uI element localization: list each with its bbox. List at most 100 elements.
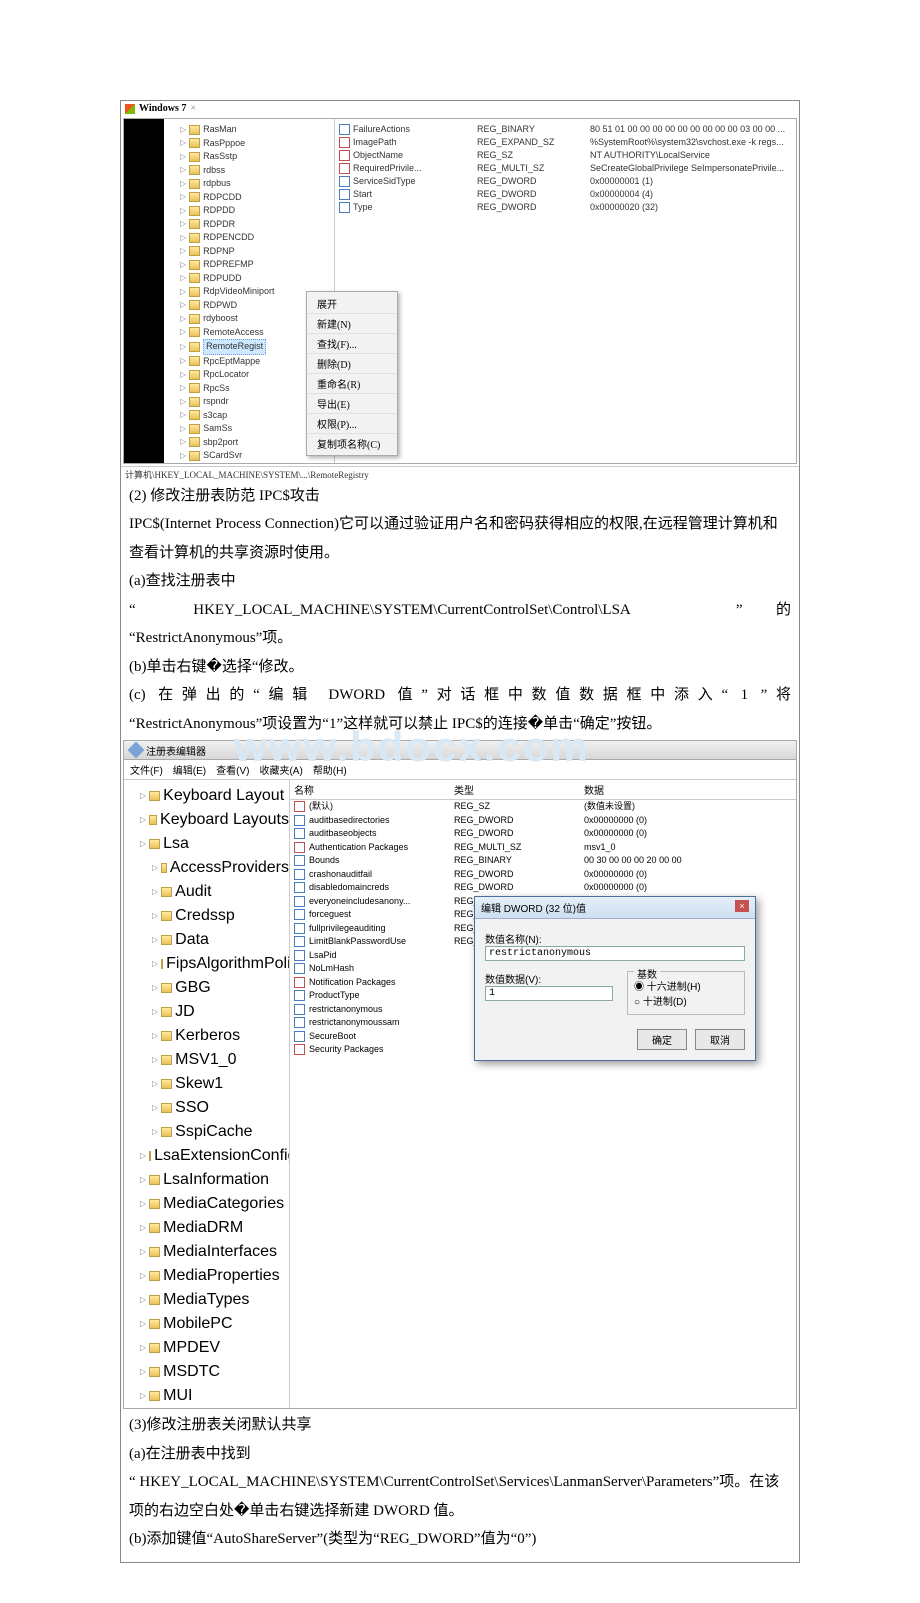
tree-item[interactable]: ▷Data <box>134 928 289 952</box>
reg-value-row[interactable]: auditbasedirectoriesREG_DWORD0x00000000 … <box>290 814 796 828</box>
reg-value-row[interactable]: Authentication PackagesREG_MULTI_SZmsv1_… <box>290 841 796 855</box>
reg-value-row[interactable]: ObjectNameREG_SZNT AUTHORITY\LocalServic… <box>339 149 792 162</box>
reg-value-row[interactable]: crashonauditfailREG_DWORD0x00000000 (0) <box>290 868 796 882</box>
tree-item[interactable]: ▷rdbss <box>174 164 334 178</box>
window-tab: Windows 7 × <box>121 101 799 116</box>
para-c2: “RestrictAnonymous”项设置为“1”这样就可以禁止 IPC$的连… <box>129 710 791 739</box>
tree-item[interactable]: ▷rdpbus <box>174 177 334 191</box>
screenshot-regedit-1: Windows 7 × ▷RasMan▷RasPppoe▷RasSstp▷rdb… <box>121 101 799 482</box>
para-regpath: “ HKEY_LOCAL_MACHINE\SYSTEM\CurrentContr… <box>129 596 791 625</box>
menu-item[interactable]: 展开 <box>307 294 397 314</box>
reg-value-row[interactable]: auditbaseobjectsREG_DWORD0x00000000 (0) <box>290 827 796 841</box>
tree-item[interactable]: ▷Keyboard Layout <box>134 784 289 808</box>
para-3: (3)修改注册表关闭默认共享 <box>129 1411 791 1440</box>
tree-item[interactable]: ▷MUI <box>134 1384 289 1408</box>
group-base: 基数 <box>634 966 660 981</box>
tree-item[interactable]: ▷LsaExtensionConfig <box>134 1144 289 1168</box>
menu-bar[interactable]: 文件(F) 编辑(E) 查看(V) 收藏夹(A) 帮助(H) <box>124 760 796 780</box>
reg-value-row[interactable]: BoundsREG_BINARY00 30 00 00 00 20 00 00 <box>290 854 796 868</box>
window-titlebar: 注册表编辑器 <box>124 741 796 760</box>
input-value-name[interactable]: restrictanonymous <box>485 946 745 961</box>
tree-item[interactable]: ▷GBG <box>134 976 289 1000</box>
menu-item[interactable]: 收藏夹(A) <box>259 762 302 777</box>
screenshot-regedit-2: www.bdocx.com 注册表编辑器 文件(F)编辑(E)查看(V)收藏夹(… <box>123 740 797 1409</box>
tree-item[interactable]: ▷RDPENCDD <box>174 231 334 245</box>
tree-item[interactable]: ▷MobilePC <box>134 1312 289 1336</box>
para-3a-path: “ HKEY_LOCAL_MACHINE\SYSTEM\CurrentContr… <box>129 1468 791 1525</box>
windows-icon <box>125 104 135 114</box>
tree-item[interactable]: ▷RDPDD <box>174 204 334 218</box>
tree-item[interactable]: ▷SspiCache <box>134 1120 289 1144</box>
reg-value-row[interactable]: disabledomaincredsREG_DWORD0x00000000 (0… <box>290 881 796 895</box>
reg-value-row[interactable]: FailureActionsREG_BINARY80 51 01 00 00 0… <box>339 123 792 136</box>
tree-item[interactable]: ▷SSO <box>134 1096 289 1120</box>
registry-tree-2[interactable]: ▷Keyboard Layout▷Keyboard Layouts▷Lsa▷Ac… <box>124 780 290 1408</box>
para-b: (b)单击右键�选择“修改。 <box>129 653 791 682</box>
ok-button[interactable]: 确定 <box>637 1029 687 1050</box>
tree-item[interactable]: ▷Credssp <box>134 904 289 928</box>
registry-values: FailureActionsREG_BINARY80 51 01 00 00 0… <box>335 119 796 463</box>
reg-value-row[interactable]: TypeREG_DWORD0x00000020 (32) <box>339 201 792 214</box>
tree-item[interactable]: ▷Audit <box>134 880 289 904</box>
list-header[interactable]: 名称 类型 数据 <box>290 780 796 800</box>
tree-item[interactable]: ▷MSDTC <box>134 1360 289 1384</box>
input-value-data[interactable]: 1 <box>485 986 613 1001</box>
col-data[interactable]: 数据 <box>584 782 792 797</box>
menu-item[interactable]: 帮助(H) <box>313 762 347 777</box>
tree-item[interactable]: ▷RDPREFMP <box>174 258 334 272</box>
menu-item[interactable]: 重命名(R) <box>307 374 397 394</box>
tree-item[interactable]: ▷MediaTypes <box>134 1288 289 1312</box>
tree-item[interactable]: ▷RasPppoe <box>174 137 334 151</box>
label-value-name: 数值名称(N): <box>485 931 745 946</box>
tree-item[interactable]: ▷MediaCategories <box>134 1192 289 1216</box>
tree-item[interactable]: ▷RDPCDD <box>174 191 334 205</box>
regedit-icon <box>128 742 145 759</box>
tree-item[interactable]: ▷MediaInterfaces <box>134 1240 289 1264</box>
menu-item[interactable]: 文件(F) <box>130 762 163 777</box>
tree-item[interactable]: ▷AccessProviders <box>134 856 289 880</box>
para-regpath-2: “RestrictAnonymous”项。 <box>129 624 791 653</box>
tree-item[interactable]: ▷Skew1 <box>134 1072 289 1096</box>
menu-item[interactable]: 新建(N) <box>307 314 397 334</box>
tree-item[interactable]: ▷Kerberos <box>134 1024 289 1048</box>
tree-item[interactable]: ▷FipsAlgorithmPolicy <box>134 952 289 976</box>
tree-item[interactable]: ▷MPDEV <box>134 1336 289 1360</box>
edit-dword-dialog: 编辑 DWORD (32 位)值 × 数值名称(N): restrictanon… <box>474 896 756 1061</box>
tree-item[interactable]: ▷Lsa <box>134 832 289 856</box>
reg-value-row[interactable]: RequiredPrivile...REG_MULTI_SZSeCreateGl… <box>339 162 792 175</box>
reg-value-row[interactable]: ServiceSidTypeREG_DWORD0x00000001 (1) <box>339 175 792 188</box>
col-type[interactable]: 类型 <box>454 782 564 797</box>
menu-item[interactable]: 查找(F)... <box>307 334 397 354</box>
context-menu[interactable]: 展开新建(N)查找(F)...删除(D)重命名(R)导出(E)权限(P)...复… <box>306 291 398 456</box>
reg-value-row[interactable]: (默认)REG_SZ(数值未设置) <box>290 800 796 814</box>
reg-value-row[interactable]: ImagePathREG_EXPAND_SZ%SystemRoot%\syste… <box>339 136 792 149</box>
tree-item[interactable]: ▷RDPDR <box>174 218 334 232</box>
tree-item[interactable]: ▷MediaDRM <box>134 1216 289 1240</box>
window-title-text: 注册表编辑器 <box>146 743 206 758</box>
tree-item[interactable]: ▷MediaProperties <box>134 1264 289 1288</box>
menu-item[interactable]: 编辑(E) <box>173 762 206 777</box>
tree-item[interactable]: ▷LsaInformation <box>134 1168 289 1192</box>
close-icon[interactable]: × <box>735 900 749 912</box>
para-3a: (a)在注册表中找到 <box>129 1440 791 1469</box>
left-black-bar <box>124 119 164 463</box>
para-a: (a)查找注册表中 <box>129 567 791 596</box>
label-value-data: 数值数据(V): <box>485 971 613 986</box>
radio-dec[interactable]: ○ 十进制(D) <box>634 993 738 1008</box>
tree-item[interactable]: ▷RasSstp <box>174 150 334 164</box>
tree-item[interactable]: ▷JD <box>134 1000 289 1024</box>
menu-item[interactable]: 复制项名称(C) <box>307 434 397 453</box>
tree-item[interactable]: ▷RDPUDD <box>174 272 334 286</box>
menu-item[interactable]: 导出(E) <box>307 394 397 414</box>
tree-item[interactable]: ▷MSV1_0 <box>134 1048 289 1072</box>
dialog-title: 编辑 DWORD (32 位)值 <box>481 900 586 915</box>
tree-item[interactable]: ▷RasMan <box>174 123 334 137</box>
menu-item[interactable]: 删除(D) <box>307 354 397 374</box>
tree-item[interactable]: ▷RDPNP <box>174 245 334 259</box>
menu-item[interactable]: 查看(V) <box>216 762 249 777</box>
tree-item[interactable]: ▷Keyboard Layouts <box>134 808 289 832</box>
menu-item[interactable]: 权限(P)... <box>307 414 397 434</box>
cancel-button[interactable]: 取消 <box>695 1029 745 1050</box>
col-name[interactable]: 名称 <box>294 782 434 797</box>
reg-value-row[interactable]: StartREG_DWORD0x00000004 (4) <box>339 188 792 201</box>
